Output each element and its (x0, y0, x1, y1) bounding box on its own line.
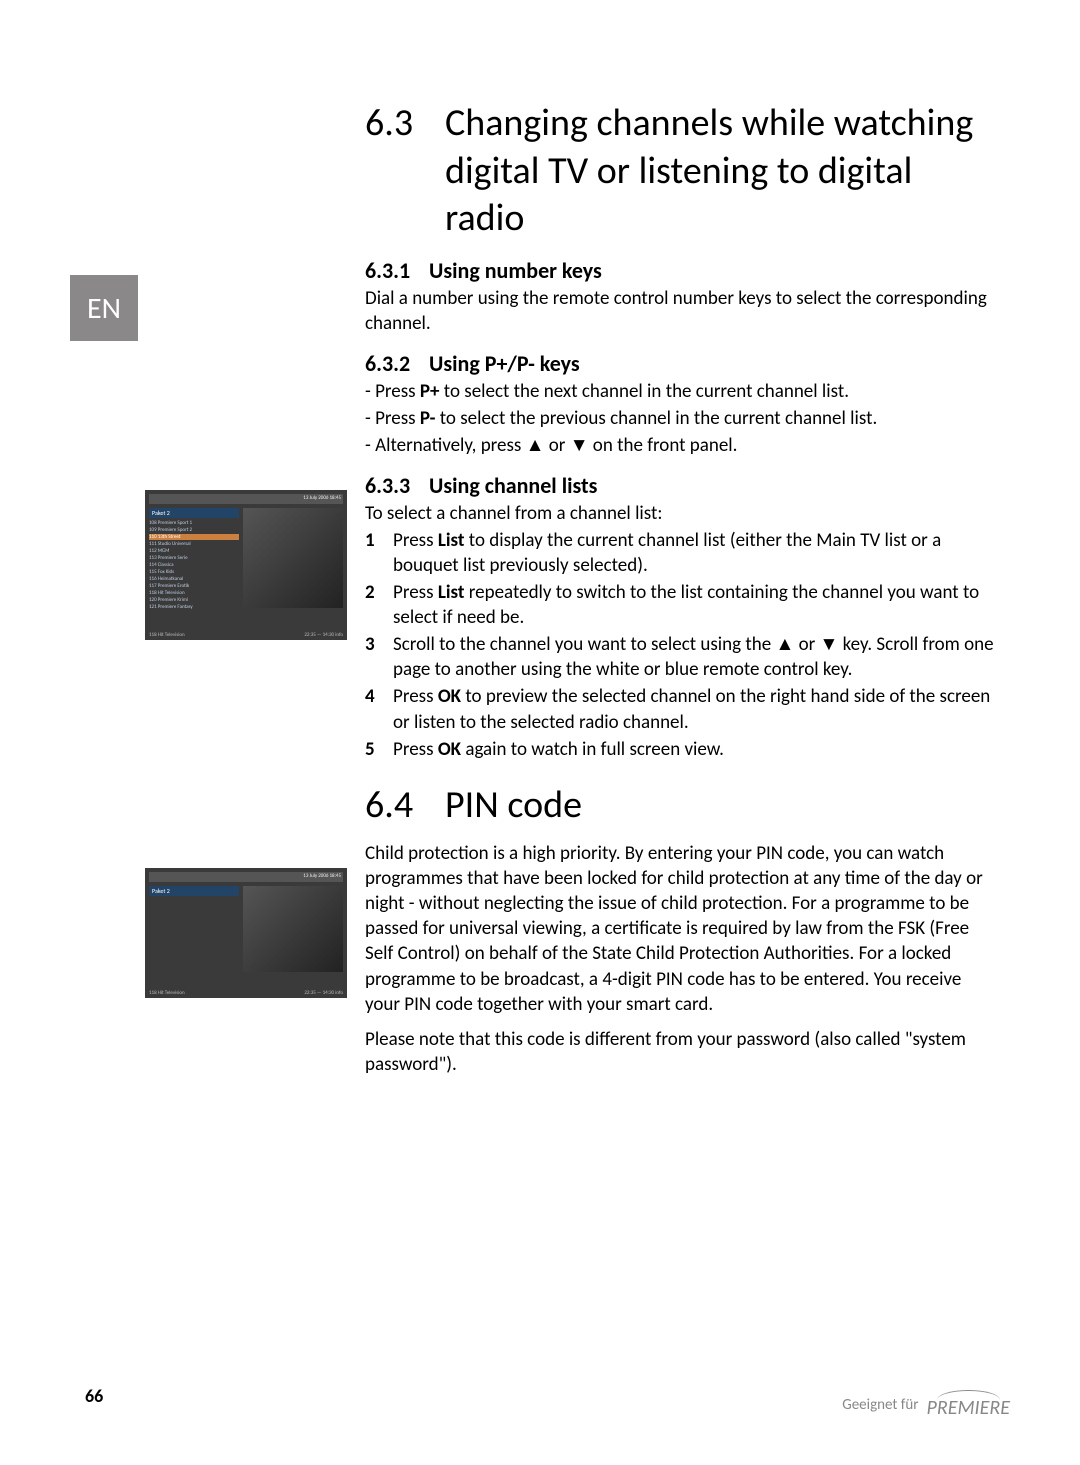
list-item: 110 13th Street (149, 534, 239, 540)
list-item: Scroll to the channel you want to select… (365, 632, 1000, 682)
list-item: 113 Premiere Serie (149, 555, 239, 561)
subsection-title: Using P+/P- keys (429, 350, 580, 377)
subsection-number: 6.3.2 (365, 350, 429, 377)
list-item: 117 Premiere Erotik (149, 583, 239, 589)
subsection-6-3-2-heading: 6.3.2Using P+/P- keys (365, 350, 1000, 377)
list-item: 111 Studio Universal (149, 541, 239, 547)
footer-label: Geeignet für (842, 1396, 918, 1414)
body-text: Dial a number using the remote control n… (365, 286, 1000, 336)
bullet-list: - Press P+ to select the next channel in… (365, 379, 1000, 458)
section-number: 6.3 (365, 100, 445, 148)
language-tab: EN (70, 275, 138, 341)
section-6-4-heading: 6.4 PIN code (365, 782, 1000, 830)
channel-list-screenshot-2: 13 July 2006 18:45 Paket 2 118 Hit Telev… (145, 868, 347, 998)
body-text: To select a channel from a channel list: (365, 501, 1000, 526)
list-item: 121 Premiere Fantasy (149, 604, 239, 610)
screenshot-datetime: 13 July 2006 18:45 (303, 873, 341, 879)
screenshot-datetime: 13 July 2006 18:45 (303, 495, 341, 501)
list-item: 108 Premiere Sport 1 (149, 520, 239, 526)
list-item: 118 Hit Television (149, 590, 239, 596)
section-title: PIN code (445, 782, 582, 830)
list-item: 116 Heimatkanal (149, 576, 239, 582)
screenshot-list-header: Paket 2 (149, 508, 239, 518)
page-number: 66 (85, 1385, 103, 1407)
preview-pane (243, 886, 343, 972)
channel-list-screenshot-1: 13 July 2006 18:45 Paket 2 108 Premiere … (145, 490, 347, 640)
list-item: Press OK again to watch in full screen v… (365, 737, 1000, 762)
section-number: 6.4 (365, 782, 445, 830)
subsection-number: 6.3.3 (365, 472, 429, 499)
list-item: 114 Classica (149, 562, 239, 568)
list-item: - Alternatively, press ▲ or ▼ on the fro… (365, 433, 1000, 458)
section-6-3-heading: 6.3 Changing channels while watching dig… (365, 100, 1000, 243)
list-item: 115 Fox Kids (149, 569, 239, 575)
list-item: 120 Premiere Krimi (149, 597, 239, 603)
subsection-number: 6.3.1 (365, 257, 429, 284)
screenshot-footer-left: 118 Hit Television (149, 632, 185, 638)
body-text: Please note that this code is different … (365, 1027, 1000, 1077)
screenshot-footer-right: 22:35 — 14:30 info (304, 990, 343, 996)
subsection-6-3-3-heading: 6.3.3Using channel lists (365, 472, 1000, 499)
body-text: Child protection is a high priority. By … (365, 841, 1000, 1017)
subsection-title: Using number keys (429, 257, 602, 284)
list-item: Press List to display the current channe… (365, 528, 1000, 578)
subsection-6-3-1-heading: 6.3.1Using number keys (365, 257, 1000, 284)
section-title: Changing channels while watching digital… (445, 100, 1000, 243)
list-item: 112 MGM (149, 548, 239, 554)
subsection-title: Using channel lists (429, 472, 597, 499)
list-item: - Press P+ to select the next channel in… (365, 379, 1000, 404)
brand-logo: PREMIERE (927, 1390, 1011, 1420)
screenshot-footer-left: 118 Hit Television (149, 990, 185, 996)
screenshot-footer-right: 22:35 — 14:30 info (304, 632, 343, 638)
ordered-steps: Press List to display the current channe… (365, 528, 1000, 762)
list-item: - Press P- to select the previous channe… (365, 406, 1000, 431)
list-item: 109 Premiere Sport 2 (149, 527, 239, 533)
list-item: Press List repeatedly to switch to the l… (365, 580, 1000, 630)
list-item: Press OK to preview the selected channel… (365, 684, 1000, 734)
preview-pane (243, 508, 343, 608)
footer-brand: Geeignet für PREMIERE (842, 1390, 1010, 1420)
screenshot-list-header: Paket 2 (149, 886, 239, 896)
